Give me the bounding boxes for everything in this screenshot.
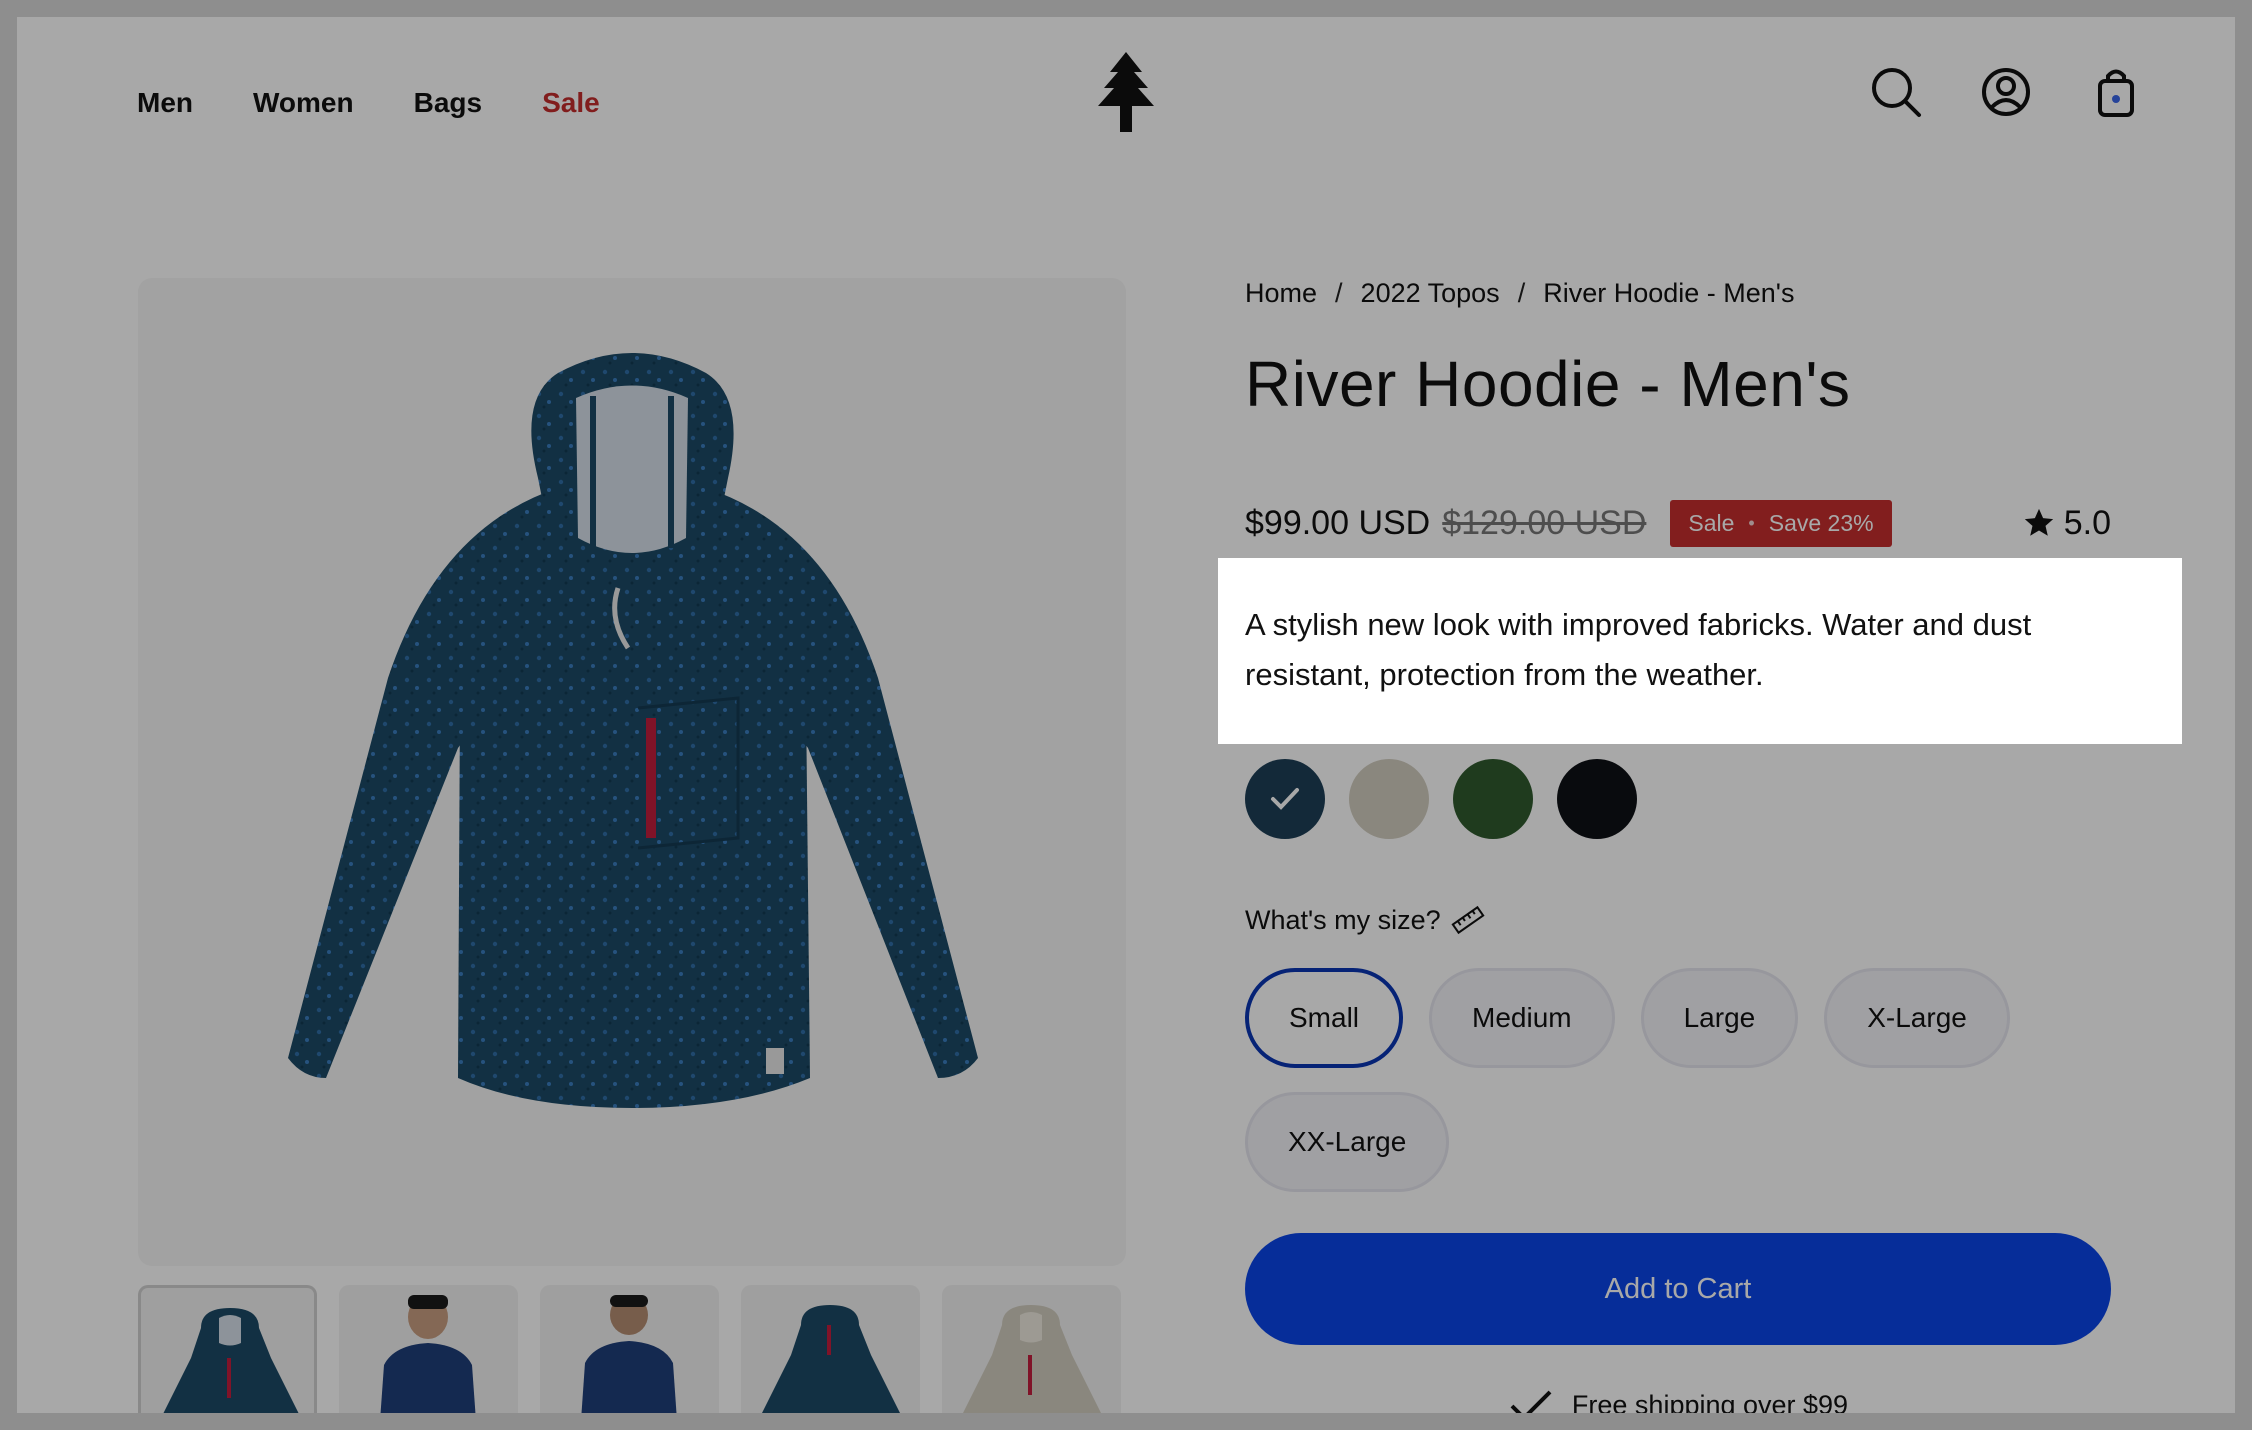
size-option-medium[interactable]: Medium [1429, 968, 1615, 1068]
rating[interactable]: 5.0 [2022, 504, 2111, 543]
thumbnail-4[interactable] [741, 1285, 920, 1413]
size-option-large[interactable]: Large [1640, 968, 1799, 1068]
rating-value: 5.0 [2063, 503, 2111, 542]
check-icon [1271, 788, 1299, 810]
color-swatches [1245, 759, 1637, 839]
size-guide-link[interactable]: What's my size? [1245, 903, 1485, 937]
thumbnail-1[interactable] [138, 1285, 317, 1413]
nav-men[interactable]: Men [137, 87, 193, 119]
color-swatch-black[interactable] [1557, 759, 1637, 839]
nav-bags[interactable]: Bags [414, 87, 482, 119]
sale-price: $99.00 USD [1245, 503, 1431, 542]
cart-icon[interactable] [2085, 61, 2147, 123]
breadcrumb-separator: / [1335, 278, 1343, 308]
nav-women[interactable]: Women [253, 87, 354, 119]
thumbnail-strip [138, 1285, 1121, 1413]
product-main-image[interactable] [138, 278, 1126, 1266]
breadcrumb-current: River Hoodie - Men's [1543, 278, 1795, 308]
shipping-text: Free shipping over $99 [1571, 1389, 1849, 1414]
product-description: A stylish new look with improved fabrick… [1218, 558, 2182, 744]
tree-logo[interactable] [1090, 50, 1162, 139]
shipping-note: Free shipping over $99 [1245, 1388, 2111, 1413]
color-swatch-navy[interactable] [1245, 759, 1325, 839]
checkmark-icon [1510, 1390, 1552, 1413]
size-guide-label: What's my size? [1245, 904, 1441, 935]
color-swatch-green[interactable] [1453, 759, 1533, 839]
product-info: Home / 2022 Topos / River Hoodie - Men's… [1218, 278, 2182, 1413]
sale-badge: Sale • Save 23% [1670, 499, 1892, 547]
product-title: River Hoodie - Men's [1245, 348, 1851, 420]
thumbnail-5[interactable] [942, 1285, 1121, 1413]
main-nav: Men Women Bags Sale [137, 87, 600, 119]
breadcrumb-separator: / [1517, 278, 1526, 308]
ruler-icon [1451, 905, 1485, 935]
size-option-small[interactable]: Small [1245, 968, 1404, 1068]
add-to-cart-button[interactable]: Add to Cart [1245, 1233, 2111, 1345]
breadcrumb-home[interactable]: Home [1245, 278, 1317, 309]
price-row: $99.00 USD $129.00 USD Sale • Save 23% 5… [1245, 493, 2111, 553]
page-frame: Men Women Bags Sale Home / 2022 Topos / … [17, 17, 2235, 1413]
star-icon [2024, 508, 2053, 536]
thumbnail-3[interactable] [540, 1285, 719, 1413]
account-icon[interactable] [1975, 61, 2037, 123]
breadcrumb-collection[interactable]: 2022 Topos [1361, 278, 1500, 309]
nav-sale[interactable]: Sale [542, 87, 600, 119]
thumbnail-2[interactable] [339, 1285, 518, 1413]
size-option-xlarge[interactable]: X-Large [1824, 968, 2010, 1068]
header-icons [1865, 61, 2147, 123]
search-icon[interactable] [1865, 61, 1927, 123]
size-option-xxlarge[interactable]: XX-Large [1245, 1092, 1450, 1192]
breadcrumb: Home / 2022 Topos / River Hoodie - Men's [1245, 278, 2111, 309]
size-options: Small Medium Large X-Large XX-Large [1245, 968, 2111, 1192]
save-badge-label: Save 23% [1768, 509, 1874, 536]
sale-badge-label: Sale [1688, 509, 1735, 536]
badge-dot: • [1748, 512, 1755, 533]
compare-price: $129.00 USD [1442, 503, 1647, 542]
color-swatch-oatmeal[interactable] [1349, 759, 1429, 839]
